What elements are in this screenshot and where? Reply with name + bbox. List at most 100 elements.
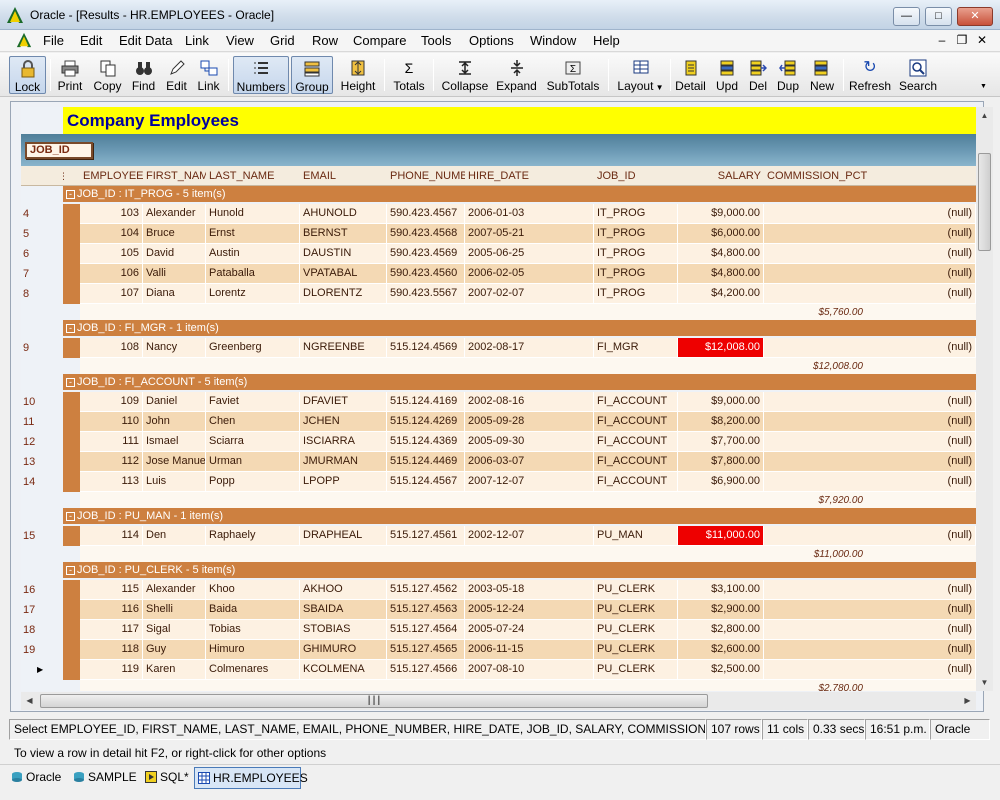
edit-button[interactable]: Edit xyxy=(164,56,189,94)
cell-last[interactable]: Ernst xyxy=(206,224,300,244)
cell-id[interactable]: 106 xyxy=(80,264,143,284)
cell-hire[interactable]: 2002-12-07 xyxy=(465,526,594,546)
cell-last[interactable]: Khoo xyxy=(206,580,300,600)
cell-id[interactable]: 111 xyxy=(80,432,143,452)
header-employee-id[interactable]: EMPLOYEE_ID xyxy=(80,166,143,186)
cell-comm[interactable]: (null) xyxy=(764,264,976,284)
cell-phone[interactable]: 515.127.4565 xyxy=(387,640,465,660)
cell-phone[interactable]: 515.127.4564 xyxy=(387,620,465,640)
cell-email[interactable]: GHIMURO xyxy=(300,640,387,660)
row-number[interactable]: 16 xyxy=(21,580,55,600)
cell-phone[interactable]: 515.127.4561 xyxy=(387,526,465,546)
cell-hire[interactable]: 2007-08-10 xyxy=(465,660,594,680)
cell-last[interactable]: Himuro xyxy=(206,640,300,660)
cell-phone[interactable]: 590.423.4560 xyxy=(387,264,465,284)
cell-first[interactable]: Valli xyxy=(143,264,206,284)
cell-hire[interactable]: 2005-12-24 xyxy=(465,600,594,620)
cell-id[interactable]: 119 xyxy=(80,660,143,680)
cell-phone[interactable]: 515.127.4563 xyxy=(387,600,465,620)
cell-salary[interactable]: $2,900.00 xyxy=(678,600,764,620)
cell-first[interactable]: Diana xyxy=(143,284,206,304)
subtotals-button[interactable]: Σ SubTotals xyxy=(544,56,602,94)
cell-salary[interactable]: $2,600.00 xyxy=(678,640,764,660)
cell-phone[interactable]: 515.124.4569 xyxy=(387,338,465,358)
cell-id[interactable]: 108 xyxy=(80,338,143,358)
cell-email[interactable]: AKHOO xyxy=(300,580,387,600)
cell-last[interactable]: Popp xyxy=(206,472,300,492)
cell-comm[interactable]: (null) xyxy=(764,580,976,600)
link-button[interactable]: Link xyxy=(195,56,222,94)
delete-button[interactable]: Del xyxy=(745,56,771,94)
menu-edit[interactable]: Edit xyxy=(79,33,103,49)
cell-comm[interactable]: (null) xyxy=(764,284,976,304)
cell-last[interactable]: Tobias xyxy=(206,620,300,640)
menu-window[interactable]: Window xyxy=(529,33,577,49)
cell-salary[interactable]: $4,200.00 xyxy=(678,284,764,304)
cell-job[interactable]: FI_ACCOUNT xyxy=(594,472,678,492)
collapse-group-icon[interactable]: - xyxy=(66,512,75,521)
cell-hire[interactable]: 2003-05-18 xyxy=(465,580,594,600)
table-row[interactable]: 4 103 Alexander Hunold AHUNOLD 590.423.4567 20… xyxy=(21,204,976,224)
cell-job[interactable]: FI_MGR xyxy=(594,338,678,358)
cell-id[interactable]: 103 xyxy=(80,204,143,224)
cell-phone[interactable]: 590.423.4569 xyxy=(387,244,465,264)
tab-oracle[interactable]: Oracle xyxy=(8,767,68,789)
row-number[interactable]: 11 xyxy=(21,412,55,432)
menu-view[interactable]: View xyxy=(225,33,255,49)
height-button[interactable]: Height xyxy=(338,56,378,94)
cell-first[interactable]: Luis xyxy=(143,472,206,492)
close-button[interactable]: ✕ xyxy=(957,7,993,26)
cell-first[interactable]: Bruce xyxy=(143,224,206,244)
cell-job[interactable]: PU_CLERK xyxy=(594,640,678,660)
header-hire-date[interactable]: HIRE_DATE xyxy=(465,166,594,186)
cell-hire[interactable]: 2002-08-16 xyxy=(465,392,594,412)
cell-salary[interactable]: $8,200.00 xyxy=(678,412,764,432)
table-row[interactable]: 11 110 John Chen JCHEN 515.124.4269 2005-09-28… xyxy=(21,412,976,432)
totals-button[interactable]: Σ Totals xyxy=(390,56,428,94)
cell-hire[interactable]: 2005-09-30 xyxy=(465,432,594,452)
cell-last[interactable]: Pataballa xyxy=(206,264,300,284)
menu-tools[interactable]: Tools xyxy=(420,33,452,49)
update-button[interactable]: Upd xyxy=(713,56,741,94)
table-row[interactable]: 10 109 Daniel Faviet DFAVIET 515.124.4169 2002… xyxy=(21,392,976,412)
cell-email[interactable]: ISCIARRA xyxy=(300,432,387,452)
vertical-scroll-thumb[interactable] xyxy=(978,153,991,251)
cell-first[interactable]: Alexander xyxy=(143,580,206,600)
cell-salary[interactable]: $12,008.00 xyxy=(678,338,764,358)
cell-hire[interactable]: 2005-09-28 xyxy=(465,412,594,432)
cell-job[interactable]: FI_ACCOUNT xyxy=(594,452,678,472)
cell-salary[interactable]: $7,800.00 xyxy=(678,452,764,472)
refresh-button[interactable]: ↻ Refresh xyxy=(848,56,892,94)
cell-last[interactable]: Greenberg xyxy=(206,338,300,358)
table-row[interactable]: 13 112 Jose Manuel Urman JMURMAN 515.124.4469… xyxy=(21,452,976,472)
row-number[interactable]: 18 xyxy=(21,620,55,640)
cell-last[interactable]: Faviet xyxy=(206,392,300,412)
table-row[interactable]: 6 105 David Austin DAUSTIN 590.423.4569 2005-0… xyxy=(21,244,976,264)
cell-comm[interactable]: (null) xyxy=(764,620,976,640)
row-number[interactable]: 6 xyxy=(21,244,55,264)
cell-phone[interactable]: 590.423.5567 xyxy=(387,284,465,304)
table-row[interactable]: ▶ 119 Karen Colmenares KCOLMENA 515.127.4566 2… xyxy=(21,660,976,680)
table-row[interactable]: 16 115 Alexander Khoo AKHOO 515.127.4562 2003-… xyxy=(21,580,976,600)
cell-phone[interactable]: 515.124.4369 xyxy=(387,432,465,452)
cell-email[interactable]: STOBIAS xyxy=(300,620,387,640)
maximize-button[interactable]: □ xyxy=(925,7,952,26)
app-logo-icon[interactable] xyxy=(16,32,32,48)
cell-id[interactable]: 117 xyxy=(80,620,143,640)
cell-salary[interactable]: $9,000.00 xyxy=(678,392,764,412)
cell-job[interactable]: IT_PROG xyxy=(594,224,678,244)
cell-first[interactable]: Ismael xyxy=(143,432,206,452)
cell-last[interactable]: Chen xyxy=(206,412,300,432)
cell-salary[interactable]: $2,800.00 xyxy=(678,620,764,640)
group-header[interactable]: - JOB_ID : PU_MAN - 1 item(s) xyxy=(63,508,976,524)
row-number[interactable]: 7 xyxy=(21,264,55,284)
cell-id[interactable]: 118 xyxy=(80,640,143,660)
horizontal-scrollbar[interactable]: ◀ ┃┃┃ ▶ xyxy=(21,692,976,710)
row-number[interactable]: 9 xyxy=(21,338,55,358)
cell-email[interactable]: NGREENBE xyxy=(300,338,387,358)
table-row[interactable]: 9 108 Nancy Greenberg NGREENBE 515.124.4569 20… xyxy=(21,338,976,358)
cell-email[interactable]: BERNST xyxy=(300,224,387,244)
cell-salary[interactable]: $11,000.00 xyxy=(678,526,764,546)
cell-email[interactable]: DFAVIET xyxy=(300,392,387,412)
cell-comm[interactable]: (null) xyxy=(764,660,976,680)
